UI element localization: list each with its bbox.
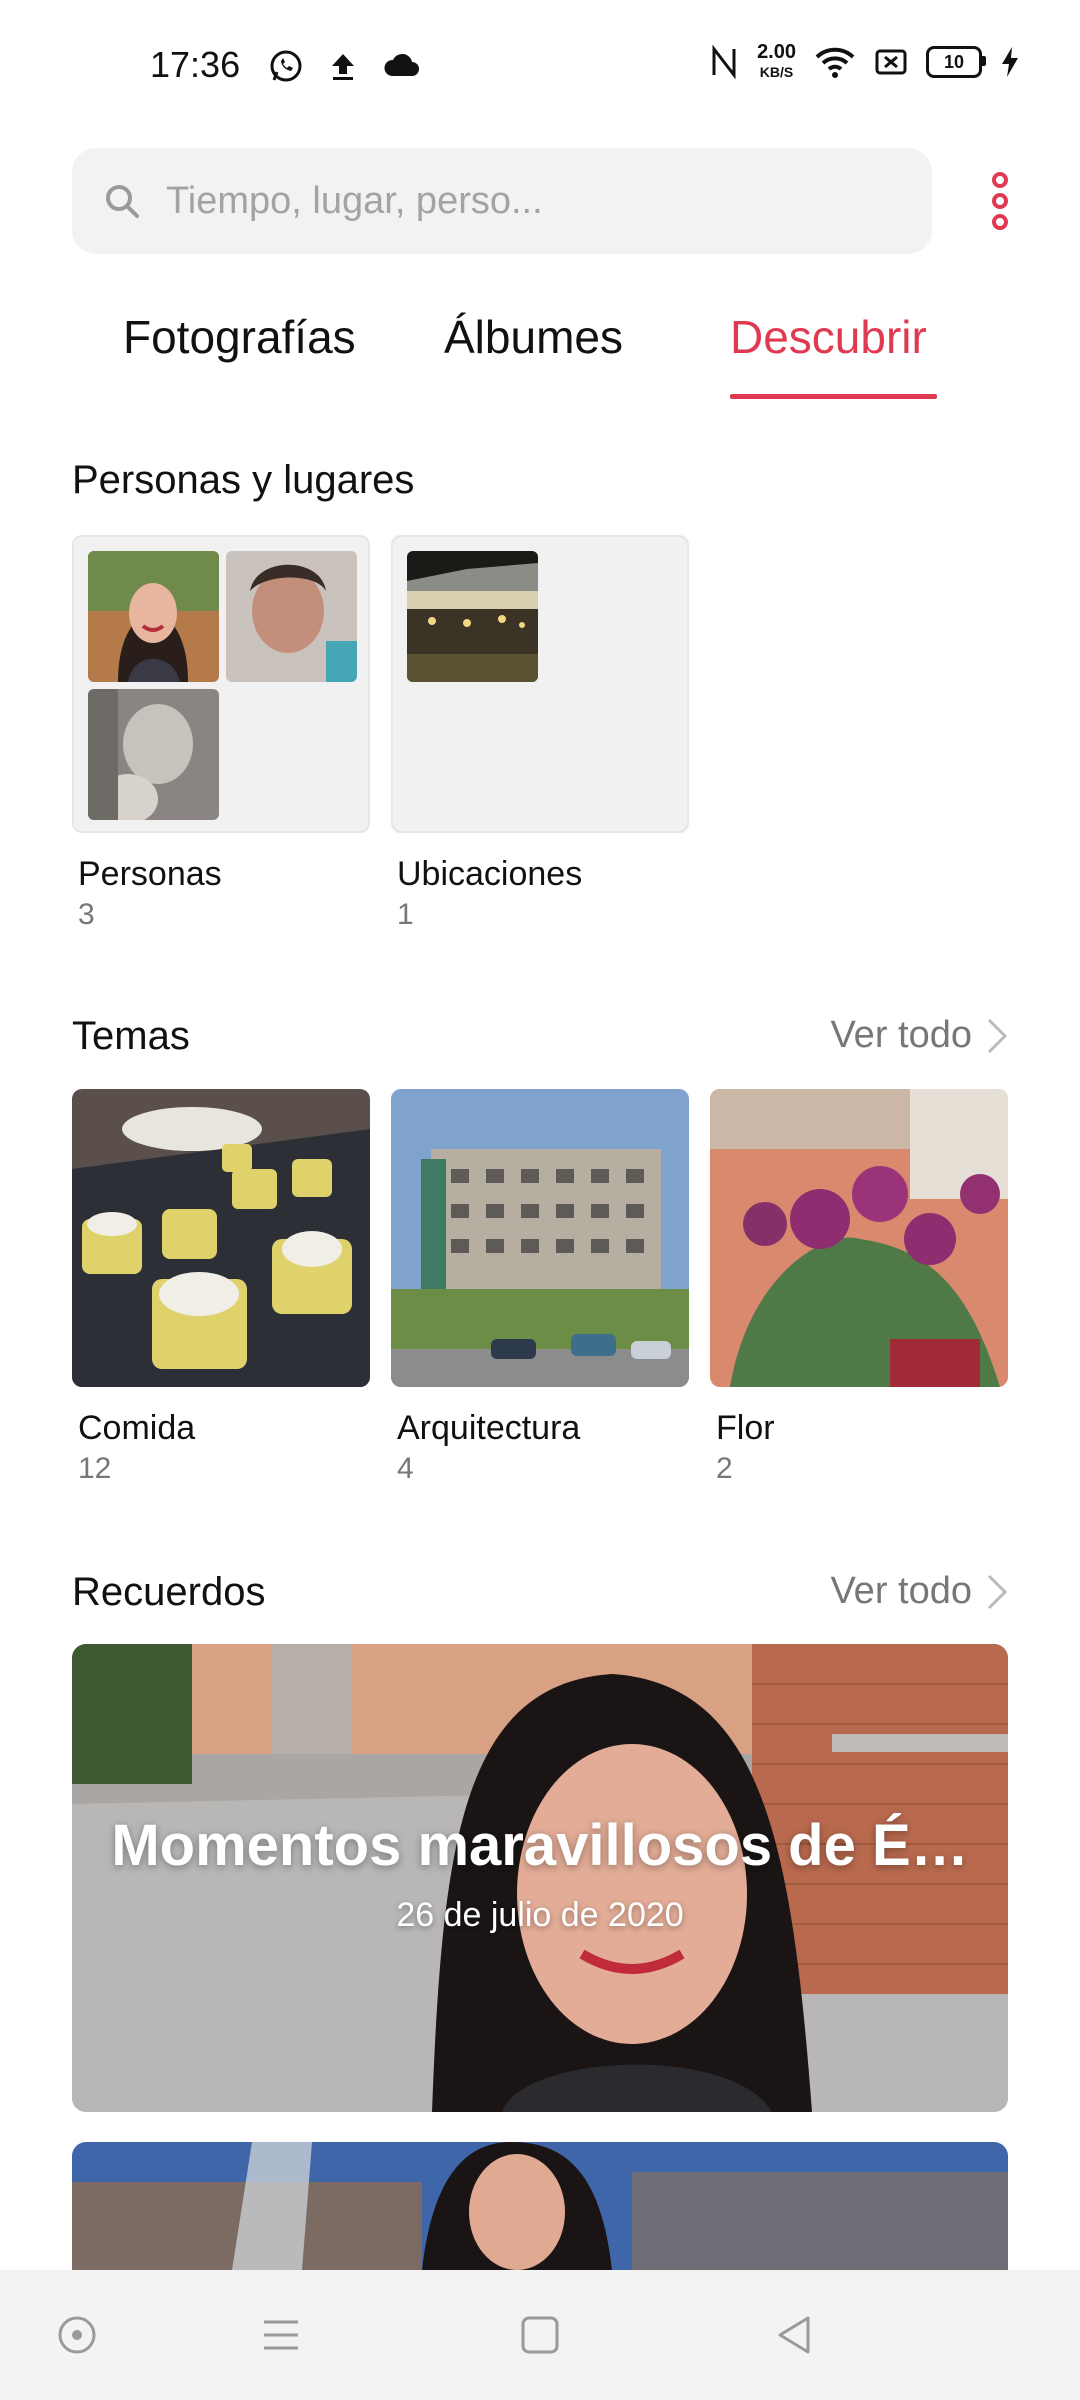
people-label: Personas [78, 855, 222, 893]
memory-card[interactable] [72, 2142, 1008, 2270]
themes-title: Temas [72, 1014, 190, 1058]
theme-architecture-label: Arquitectura [397, 1409, 581, 1447]
locations-label: Ubicaciones [397, 855, 583, 893]
chevron-right-icon [987, 1574, 1008, 1609]
net-speed-value: 2.00 [757, 41, 796, 63]
themes-see-all-label: Ver todo [830, 1014, 972, 1056]
nfc-icon [712, 45, 736, 79]
status-icons-right: 2.00 KB/S 10 [709, 42, 1020, 82]
theme-architecture-count: 4 [397, 1452, 414, 1485]
battery-icon: 10 [926, 46, 986, 78]
wifi-icon [815, 47, 855, 78]
theme-tile-architecture[interactable] [391, 1089, 689, 1387]
memory-cover-image [72, 2142, 1008, 2270]
back-button-icon[interactable] [772, 2312, 818, 2358]
location-thumbnail [407, 551, 538, 682]
people-places-title: Personas y lugares [72, 458, 415, 502]
theme-flower-count: 2 [716, 1452, 733, 1485]
menu-button-icon[interactable] [258, 2312, 304, 2358]
themes-see-all-link[interactable]: Ver todo [830, 1014, 1008, 1057]
locations-album-tile[interactable] [391, 535, 689, 833]
charging-icon [1002, 47, 1018, 77]
battery-level: 10 [943, 51, 965, 72]
person-thumbnail [88, 551, 219, 682]
tab-photos[interactable]: Fotografías [123, 310, 356, 364]
person-thumbnail [226, 551, 357, 682]
more-options-icon[interactable] [978, 170, 1022, 232]
people-album-tile[interactable] [72, 535, 370, 833]
memory-date: 26 de julio de 2020 [396, 1896, 684, 1934]
whatsapp-icon [270, 50, 302, 82]
memories-title: Recuerdos [72, 1570, 266, 1614]
memory-title: Momentos maravillosos de É… [111, 1813, 969, 1878]
tab-albums[interactable]: Álbumes [444, 310, 623, 364]
theme-flower-label: Flor [716, 1409, 775, 1447]
status-time: 17:36 [150, 44, 241, 85]
sim-off-icon [875, 49, 907, 75]
cloud-icon [384, 53, 419, 76]
tab-bar: Fotografías Álbumes Descubrir [0, 310, 1080, 400]
active-tab-indicator [730, 394, 937, 399]
tab-discover[interactable]: Descubrir [730, 310, 927, 364]
memories-see-all-label: Ver todo [830, 1570, 972, 1612]
system-nav-bar [0, 2270, 1080, 2400]
home-button-icon[interactable] [517, 2312, 563, 2358]
net-speed: 2.00 KB/S [757, 42, 796, 82]
net-speed-unit: KB/S [759, 64, 794, 80]
chevron-right-icon [987, 1018, 1008, 1053]
upload-icon [332, 54, 354, 80]
people-count: 3 [78, 898, 95, 931]
search-icon [106, 185, 139, 218]
locations-count: 1 [397, 898, 414, 931]
memory-card[interactable]: Momentos maravillosos de É… 26 de julio … [72, 1644, 1008, 2112]
person-thumbnail [88, 689, 219, 820]
search-bar[interactable] [72, 148, 932, 254]
memories-see-all-link[interactable]: Ver todo [830, 1570, 1008, 1613]
status-icons-left [268, 48, 420, 84]
theme-food-label: Comida [78, 1409, 196, 1447]
theme-food-count: 12 [78, 1452, 112, 1485]
search-input[interactable] [164, 178, 868, 224]
theme-tile-food[interactable] [72, 1089, 370, 1387]
assistant-button-icon[interactable] [54, 2312, 100, 2358]
theme-tile-flower[interactable] [710, 1089, 1008, 1387]
